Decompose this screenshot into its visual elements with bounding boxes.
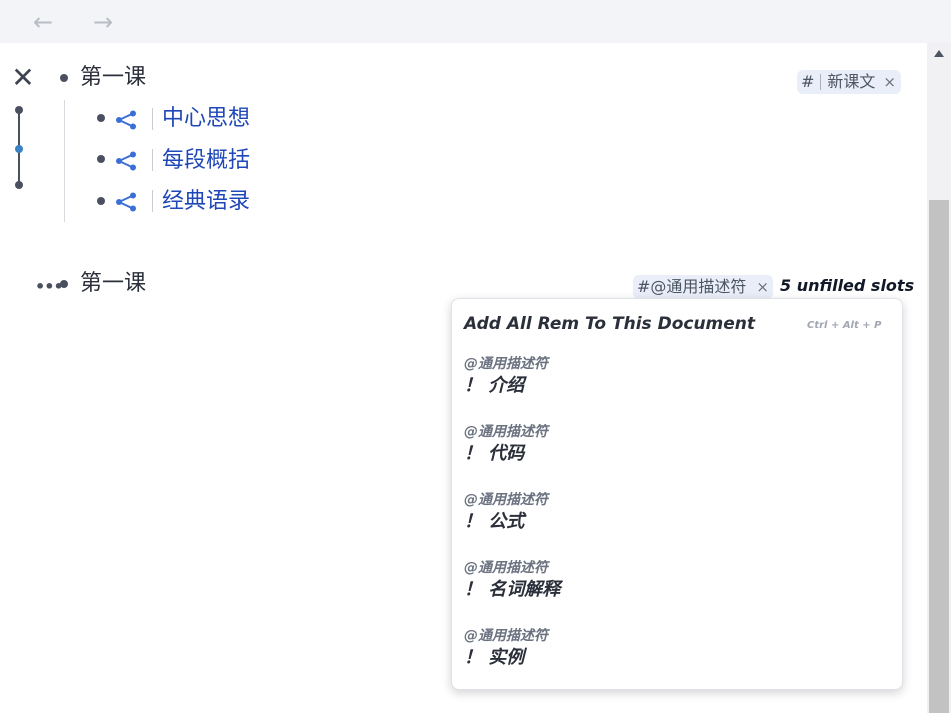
slot-item[interactable]: @通用描述符 ！ 名词解释 xyxy=(464,559,884,619)
keyboard-shortcut: Ctrl + Alt + P xyxy=(807,320,882,331)
forward-arrow-icon[interactable]: → xyxy=(89,8,117,36)
timeline-dot[interactable] xyxy=(15,106,23,114)
slot-item[interactable]: @通用描述符 ！ 代码 xyxy=(464,423,884,483)
back-arrow-icon[interactable]: ← xyxy=(29,8,57,36)
bullet-icon[interactable] xyxy=(60,280,68,288)
tag-pill-new-lesson[interactable]: # 新课文 × xyxy=(797,70,901,94)
hash-icon: # xyxy=(801,72,815,91)
bullet-icon[interactable] xyxy=(97,114,105,122)
timeline-dot-active[interactable] xyxy=(15,145,23,153)
portal-share-icon[interactable] xyxy=(115,151,137,171)
document-title[interactable]: 第一课 xyxy=(80,64,146,92)
slot-label: ！ 实例 xyxy=(464,647,525,668)
child-rem-link[interactable]: 中心思想 xyxy=(162,105,250,133)
slot-descriptor: @通用描述符 xyxy=(464,492,548,508)
portal-share-icon[interactable] xyxy=(115,110,137,130)
tag-pill-descriptor[interactable]: #@通用描述符 × xyxy=(633,275,773,299)
indent-guide xyxy=(64,100,65,222)
slot-descriptor: @通用描述符 xyxy=(464,560,548,576)
bullet-icon[interactable] xyxy=(97,155,105,163)
unfilled-slots-indicator[interactable]: 5 unfilled slots xyxy=(780,275,914,297)
timeline-dot[interactable] xyxy=(15,181,23,189)
child-rem-link[interactable]: 每段概括 xyxy=(162,147,250,175)
tag-remove-icon[interactable]: × xyxy=(756,275,769,299)
slot-descriptor: @通用描述符 xyxy=(464,356,548,372)
slot-label: ！ 公式 xyxy=(464,511,525,532)
add-all-rem-button[interactable]: Add All Rem To This Document xyxy=(464,313,755,335)
more-options-icon[interactable]: ••• xyxy=(35,277,64,296)
slot-item[interactable]: @通用描述符 ！ 公式 xyxy=(464,491,884,551)
scrollbar-thumb[interactable] xyxy=(929,200,949,713)
portal-divider xyxy=(152,149,153,171)
slot-descriptor: @通用描述符 xyxy=(464,628,548,644)
top-bar: ← → xyxy=(0,0,951,43)
portal-divider xyxy=(152,108,153,130)
child-rem-link[interactable]: 经典语录 xyxy=(162,188,250,216)
scroll-up-arrow-icon[interactable] xyxy=(934,50,944,57)
slot-item[interactable]: @通用描述符 ！ 介绍 xyxy=(464,355,884,415)
portal-divider xyxy=(152,190,153,212)
unfilled-slots-popup: Add All Rem To This Document Ctrl + Alt … xyxy=(451,298,903,690)
close-icon[interactable]: ✕ xyxy=(10,64,36,92)
tag-remove-icon[interactable]: × xyxy=(883,70,896,94)
slot-item[interactable]: @通用描述符 ！ 实例 xyxy=(464,627,884,687)
tag-label: #@通用描述符 xyxy=(637,277,747,296)
tag-divider xyxy=(820,74,822,90)
bullet-icon[interactable] xyxy=(60,74,68,82)
document-title[interactable]: 第一课 xyxy=(80,270,146,298)
slot-descriptor: @通用描述符 xyxy=(464,424,548,440)
slot-label: ！ 名词解释 xyxy=(464,579,561,600)
bullet-icon[interactable] xyxy=(97,197,105,205)
slot-label: ！ 代码 xyxy=(464,443,525,464)
tag-label: 新课文 xyxy=(827,72,876,91)
portal-share-icon[interactable] xyxy=(115,192,137,212)
slot-label: ！ 介绍 xyxy=(464,375,525,396)
